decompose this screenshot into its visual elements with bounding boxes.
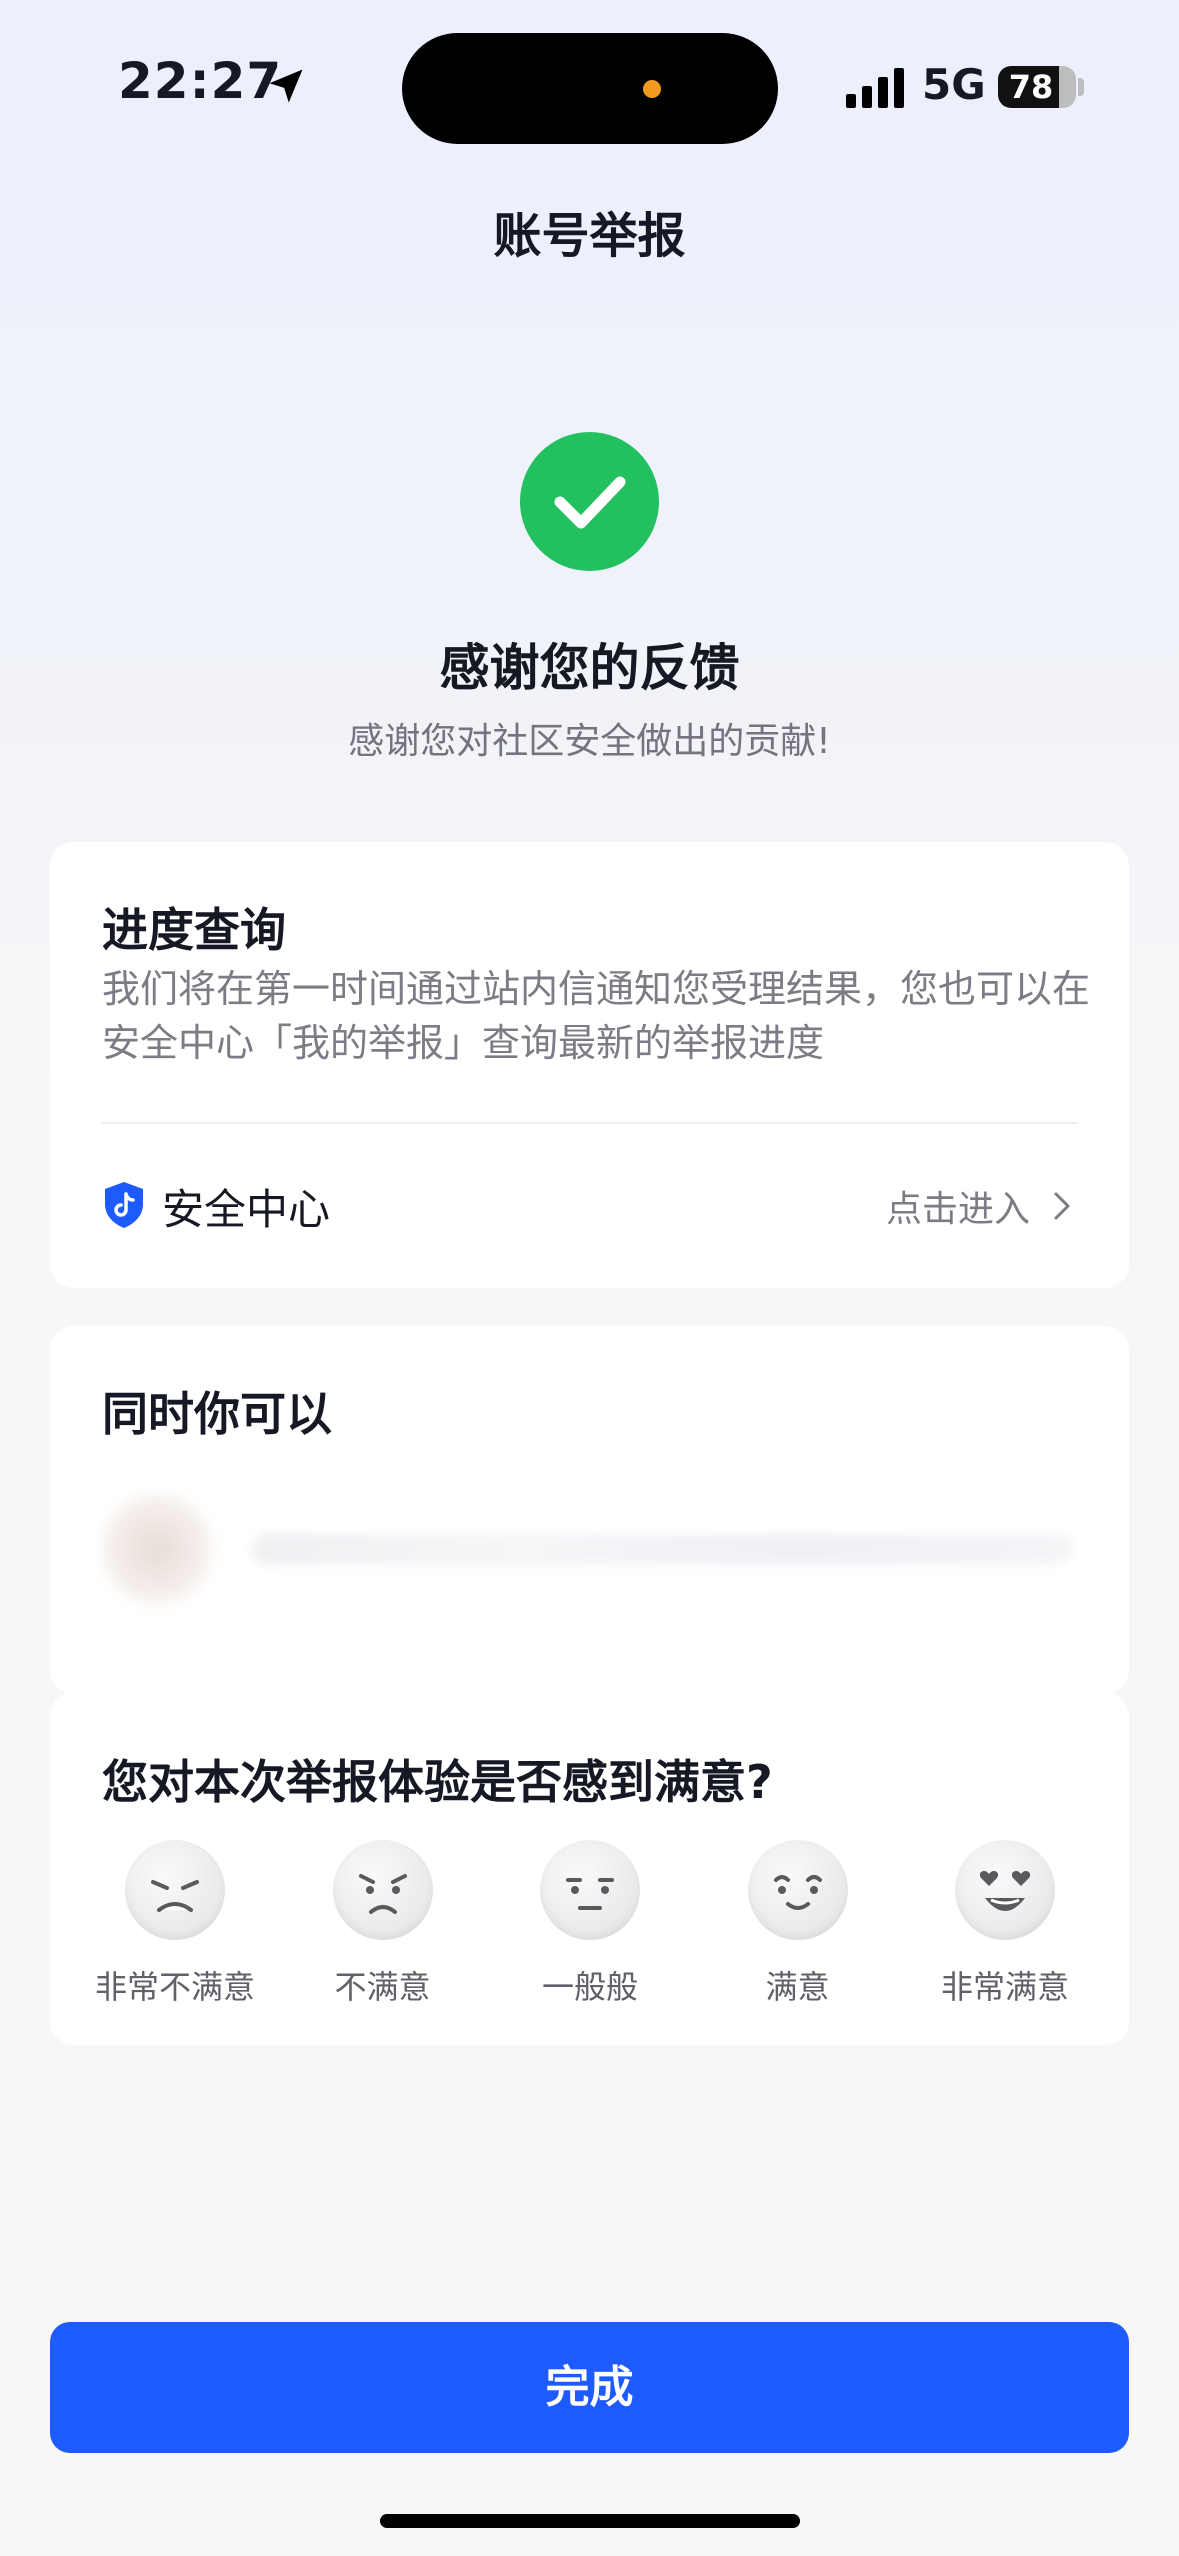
progress-description: 我们将在第一时间通过站内信通知您受理结果，您也可以在安全中心「我的举报」查询最新… [102,967,1091,1065]
chevron-right-icon[interactable] [1050,1188,1074,1224]
cellular-signal-icon [846,68,904,108]
battery-icon: 78 [998,66,1076,108]
success-check-icon [520,432,659,571]
privacy-indicator-dot [643,80,661,98]
rating-option-very-dissatisfied[interactable]: 非常不满意 [80,1840,270,2010]
rating-option-satisfied[interactable]: 满意 [703,1840,893,2010]
page-title: 账号举报 [493,208,686,264]
rating-label: 非常满意 [940,1968,1069,2006]
battery-percentage: 78 [1008,68,1054,106]
satisfied-face-icon [747,1840,848,1940]
result-title: 感谢您的反馈 [439,639,740,697]
battery-cap [1078,78,1084,96]
location-arrow-icon [269,69,303,103]
done-button[interactable]: 完成 [50,2322,1129,2453]
rating-label: 满意 [765,1968,830,2006]
also-card: 同时你可以 [50,1326,1129,1694]
shield-icon [105,1182,143,1228]
progress-card-title: 进度查询 [102,903,286,957]
blurred-text [252,1534,1072,1564]
dynamic-island [402,33,778,144]
rating-option-neutral[interactable]: 一般般 [495,1840,685,2010]
rating-label: 非常不满意 [94,1968,255,2006]
avatar [102,1494,212,1604]
rating-label: 不满意 [334,1968,431,2006]
progress-card: 进度查询 我们将在第一时间通过站内信通知您受理结果，您也可以在安全中心「我的举报… [50,842,1129,1288]
also-card-title: 同时你可以 [102,1387,332,1441]
home-indicator [380,2514,800,2528]
neutral-face-icon [540,1840,640,1940]
rating-options: 非常不满意 不满意 一般般 满意 非常满意 [80,1840,1100,2010]
result-subtitle: 感谢您对社区安全做出的贡献! [348,721,831,762]
survey-question: 您对本次举报体验是否感到满意? [102,1755,773,1809]
rating-label: 一般般 [541,1968,638,2006]
rating-option-dissatisfied[interactable]: 不满意 [288,1840,478,2010]
security-center-enter-link[interactable]: 点击进入 [886,1180,1030,1232]
very-dissatisfied-face-icon [125,1840,225,1940]
very-satisfied-face-icon [955,1840,1055,1940]
dissatisfied-face-icon [332,1840,433,1940]
network-type: 5G [922,60,986,109]
status-time: 22:27 [118,52,283,110]
rating-option-very-satisfied[interactable]: 非常满意 [910,1840,1100,2010]
blurred-suggestion-row[interactable] [102,1484,1092,1614]
survey-card: 您对本次举报体验是否感到满意? 非常不满意 不满意 一般般 满意 非常满意 [50,1692,1129,2045]
security-center-label[interactable]: 安全中心 [162,1176,330,1237]
divider [102,1122,1078,1124]
